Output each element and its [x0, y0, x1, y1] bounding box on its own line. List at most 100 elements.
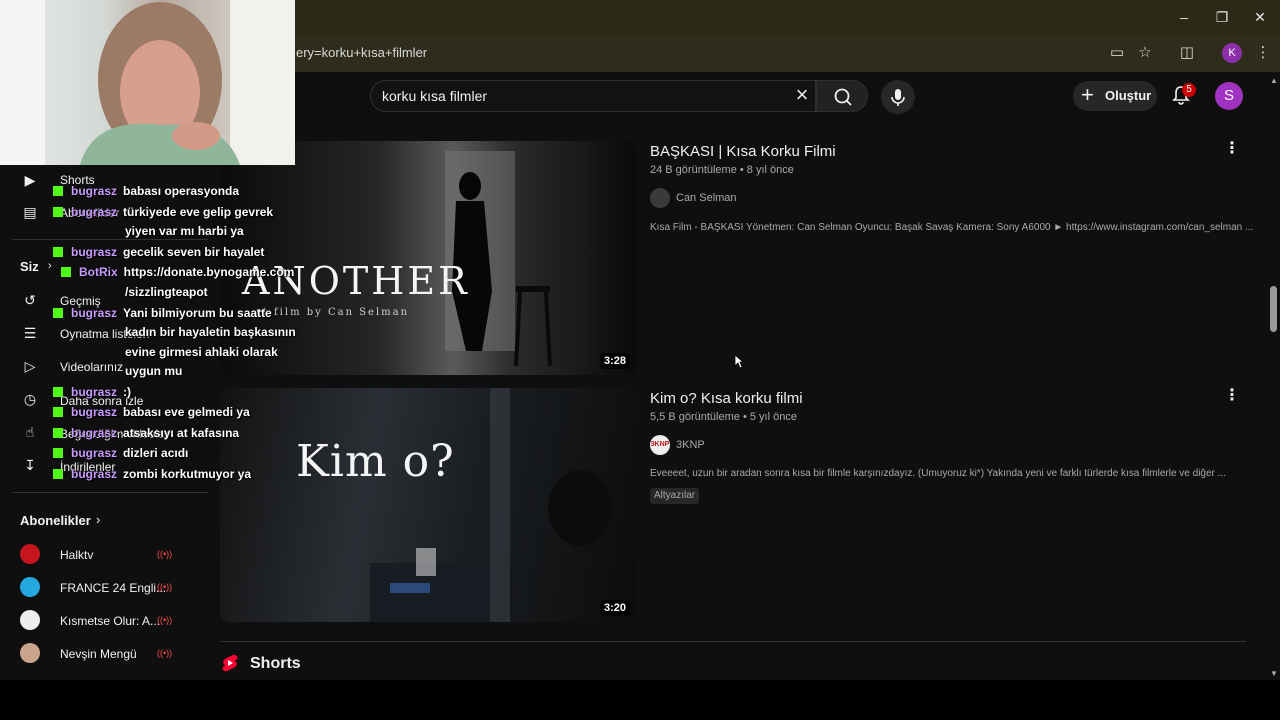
sidebar-you-heading[interactable]: Siz: [20, 259, 39, 274]
sidebar-divider: [12, 492, 208, 493]
install-app-icon[interactable]: ▭: [1106, 42, 1128, 64]
close-window-icon[interactable]: ✕: [1248, 6, 1272, 28]
mouse-cursor-icon: [734, 354, 744, 369]
chevron-right-icon: ›: [96, 512, 101, 527]
bookmark-star-icon[interactable]: ☆: [1134, 42, 1156, 64]
chat-text: babası eve gelmedi ya: [123, 405, 250, 419]
scrollbar-thumb[interactable]: [1270, 286, 1277, 332]
browser-profile-avatar[interactable]: K: [1222, 43, 1242, 63]
channel-avatar[interactable]: [20, 544, 40, 564]
chat-message: bugrasz türkiyede eve gelip gevrek: [53, 205, 273, 219]
chat-message: bugrasz dizleri acıdı: [53, 446, 188, 460]
streamer-figure: [0, 0, 295, 165]
url-text[interactable]: ery=korku+kısa+filmler: [296, 45, 427, 60]
shorts-icon: ▶: [24, 172, 36, 188]
like-icon: ☝: [25, 424, 35, 440]
chat-message: bugrasz gecelik seven bir hayalet: [53, 245, 264, 259]
chat-username: bugrasz: [71, 245, 118, 259]
microphone-icon: [891, 89, 905, 106]
chat-username: bugrasz: [71, 184, 118, 198]
chat-message: kadın bir hayaletin başkasının: [125, 325, 296, 339]
chat-text: :): [123, 385, 132, 399]
channel-avatar[interactable]: [20, 643, 40, 663]
channel-avatar[interactable]: 3KNP: [650, 435, 670, 455]
video-meta: 5,5 B görüntüleme • 5 yıl önce: [650, 411, 797, 423]
thumbnail-title: Kim o?: [296, 436, 455, 487]
search-query-text[interactable]: korku kısa filmler: [382, 88, 487, 104]
channel-avatar[interactable]: [20, 610, 40, 630]
search-button[interactable]: [816, 80, 868, 112]
video-description: Eveeeet, uzun bir aradan sonra kısa bir …: [650, 468, 1226, 479]
thumbnail-figure: [445, 151, 552, 367]
chat-text: dizleri acıdı: [123, 446, 189, 460]
chat-username: bugrasz: [71, 385, 118, 399]
scroll-up-icon[interactable]: ▲: [1270, 76, 1278, 85]
subtitles-badge: Altyazılar: [650, 488, 700, 504]
your-videos-icon: ▷: [24, 358, 36, 374]
subscription-item[interactable]: Kısmetse Olur: A...: [60, 614, 160, 628]
sidebar-divider: [12, 239, 208, 240]
sidebar-item-your-videos[interactable]: Videolarınız: [60, 360, 123, 374]
video-duration: 3:20: [599, 600, 630, 616]
channel-name[interactable]: Can Selman: [676, 192, 737, 204]
chat-message: bugrasz Yani bilmiyorum bu saatte: [53, 306, 272, 320]
kick-badge-icon: [53, 448, 63, 458]
chat-message: bugrasz atsaksıyı at kafasına: [53, 426, 239, 440]
chat-text: uygun mu: [125, 364, 183, 378]
shorts-logo-icon: [222, 654, 238, 672]
chat-text: https://donate.bynogame.com: [123, 265, 295, 279]
chat-text: zombi korkutmuyor ya: [123, 467, 252, 481]
video-thumbnail[interactable]: Kim o? 3:20: [220, 388, 636, 622]
subscription-item[interactable]: FRANCE 24 Engli...: [60, 581, 166, 595]
scrollbar[interactable]: [1268, 72, 1280, 680]
live-indicator-icon: ((•)): [157, 549, 173, 559]
subscription-item[interactable]: Nevşin Mengü: [60, 647, 137, 661]
channel-avatar[interactable]: [20, 577, 40, 597]
video-meta: 24 B görüntüleme • 8 yıl önce: [650, 164, 794, 176]
chat-message: /sizzlingteapot: [125, 285, 208, 299]
voice-search-button[interactable]: [881, 80, 915, 114]
chat-text: evine girmesi ahlaki olarak: [125, 345, 278, 359]
live-indicator-icon: ((•)): [157, 648, 173, 658]
taskbar-area: [0, 680, 1280, 720]
shorts-section-title: Shorts: [250, 655, 301, 672]
chat-text: yiyen var mı harbi ya: [125, 224, 244, 238]
kick-badge-icon: [53, 428, 63, 438]
section-divider: [220, 641, 1246, 642]
video-title[interactable]: Kim o? Kısa korku filmi: [650, 390, 803, 407]
restore-icon[interactable]: ❐: [1210, 6, 1234, 28]
account-avatar[interactable]: S: [1215, 82, 1243, 110]
chat-username: bugrasz: [71, 405, 118, 419]
video-menu-icon[interactable]: ⋮: [1224, 386, 1240, 406]
browser-menu-icon[interactable]: ⋮: [1252, 42, 1274, 64]
history-icon: ↺: [24, 292, 36, 308]
thumbnail-figure: [370, 388, 612, 622]
minimize-icon[interactable]: –: [1172, 6, 1196, 28]
channel-name[interactable]: 3KNP: [676, 439, 705, 451]
video-menu-icon[interactable]: ⋮: [1224, 139, 1240, 159]
chat-username: bugrasz: [71, 467, 118, 481]
sidebar-subscriptions-heading[interactable]: Abonelikler: [20, 513, 91, 528]
live-indicator-icon: ((•)): [157, 582, 173, 592]
subscriptions-icon: ▤: [23, 204, 37, 220]
video-title[interactable]: BAŞKASI | Kısa Korku Filmi: [650, 143, 836, 160]
chat-message: uygun mu: [125, 364, 182, 378]
kick-badge-icon: [53, 387, 63, 397]
kick-badge-icon: [53, 308, 63, 318]
kick-badge-icon: [53, 207, 63, 217]
chevron-right-icon: ›: [48, 260, 52, 272]
chat-username: bugrasz: [71, 306, 118, 320]
subscription-item[interactable]: Halktv: [60, 548, 93, 562]
scroll-down-icon[interactable]: ▼: [1270, 669, 1278, 678]
clear-search-icon[interactable]: ×: [791, 84, 813, 106]
watch-later-icon: ◷: [23, 391, 37, 407]
chat-text: babası operasyonda: [123, 184, 240, 198]
extensions-icon[interactable]: ◫: [1176, 42, 1198, 64]
channel-avatar[interactable]: [650, 188, 670, 208]
video-thumbnail[interactable]: ANOTHER rt film by Can Selman 3:28: [220, 141, 636, 375]
sidebar: ▶ Shorts ▤ Abonelikler Siz › ↺ Geçmiş ☰ …: [0, 120, 220, 680]
chat-username: bugrasz: [71, 426, 118, 440]
chat-message: evine girmesi ahlaki olarak: [125, 345, 278, 359]
chat-text: gecelik seven bir hayalet: [123, 245, 265, 259]
webcam-overlay: [0, 0, 295, 165]
